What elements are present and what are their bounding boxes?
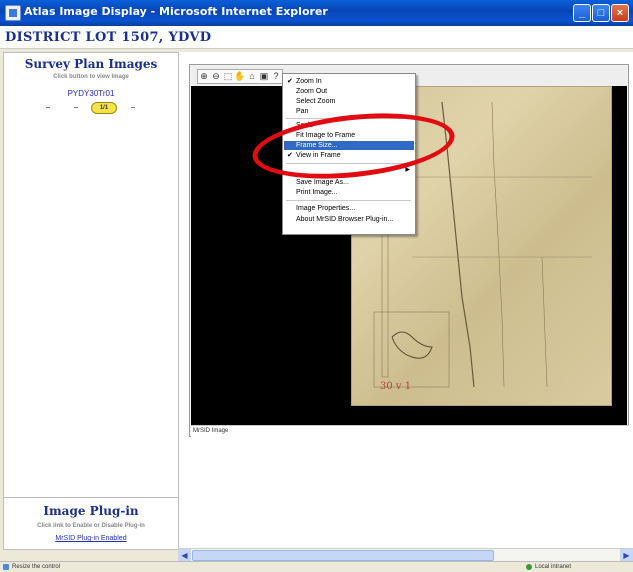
mrsid-plugin-link[interactable]: MrSID Plug-in Enabled xyxy=(4,535,178,542)
status-bar: Resize the control Local intranet xyxy=(0,561,633,572)
menu-separator xyxy=(286,200,411,201)
frame-icon[interactable]: ▣ xyxy=(258,70,270,83)
left-panel: Survey Plan Images Click button to view … xyxy=(3,52,179,550)
minimize-button[interactable]: _ xyxy=(573,4,591,22)
menu-item-print-image[interactable]: Print Image... xyxy=(284,188,414,197)
window-title: Atlas Image Display - Microsoft Internet… xyxy=(24,5,328,18)
plugin-section: Image Plug-in Click link to Enable or Di… xyxy=(4,497,178,550)
viewer-caption: MrSID Image xyxy=(191,425,629,437)
viewer-tool-buttons: ⊕ ⊖ ⬚ ✋ ⌂ ▣ ? xyxy=(197,69,283,84)
plan-number-text: 30 v 1 xyxy=(380,381,411,392)
intranet-zone-icon xyxy=(526,564,532,570)
menu-item-zoom-out[interactable]: Zoom Out xyxy=(284,87,414,96)
select-zoom-icon[interactable]: ⬚ xyxy=(222,70,234,83)
title-bar: Atlas Image Display - Microsoft Internet… xyxy=(0,0,633,26)
page-status-icon xyxy=(3,564,9,570)
home-icon[interactable]: ⌂ xyxy=(246,70,258,83)
close-button[interactable]: × xyxy=(611,4,629,22)
scroll-thumb[interactable] xyxy=(192,550,494,561)
zoom-in-icon[interactable]: ⊕ xyxy=(198,70,210,83)
pager-dash xyxy=(131,107,135,108)
menu-item-zoom-in[interactable]: ✔ Zoom In xyxy=(284,77,414,86)
pan-icon[interactable]: ✋ xyxy=(234,70,246,83)
menu-item-save-image[interactable]: Save Image As... xyxy=(284,178,414,187)
pager-dash xyxy=(46,107,50,108)
survey-plan-hint: Click button to view Image xyxy=(53,74,129,80)
plan-name-label: PYDY30Tr01 xyxy=(67,89,115,98)
page-1-button[interactable]: 1/1 xyxy=(91,102,117,114)
zoom-out-icon[interactable]: ⊖ xyxy=(210,70,222,83)
maximize-button[interactable]: □ xyxy=(592,4,610,22)
survey-plan-images-title: Survey Plan Images xyxy=(24,57,158,71)
horizontal-scrollbar[interactable]: ◀ ▶ xyxy=(178,548,633,562)
help-icon[interactable]: ? xyxy=(270,70,282,83)
check-icon: ✔ xyxy=(287,78,293,85)
page-pager: 1/1 xyxy=(4,101,178,114)
menu-item-select-zoom[interactable]: Select Zoom xyxy=(284,97,414,106)
plugin-hint: Click link to Enable or Disable Plug-in xyxy=(37,523,145,529)
ie-icon xyxy=(5,5,21,21)
menu-item-image-properties[interactable]: Image Properties... xyxy=(284,204,414,213)
page-header: DISTRICT LOT 1507, YDVD xyxy=(0,26,633,49)
page-title: DISTRICT LOT 1507, YDVD xyxy=(5,30,212,45)
menu-item-about-mrsid[interactable]: About MrSID Browser Plug-in... xyxy=(284,215,414,224)
pager-dash xyxy=(74,107,78,108)
image-plugin-title: Image Plug-in xyxy=(43,504,139,518)
browser-window: Atlas Image Display - Microsoft Internet… xyxy=(0,0,633,572)
